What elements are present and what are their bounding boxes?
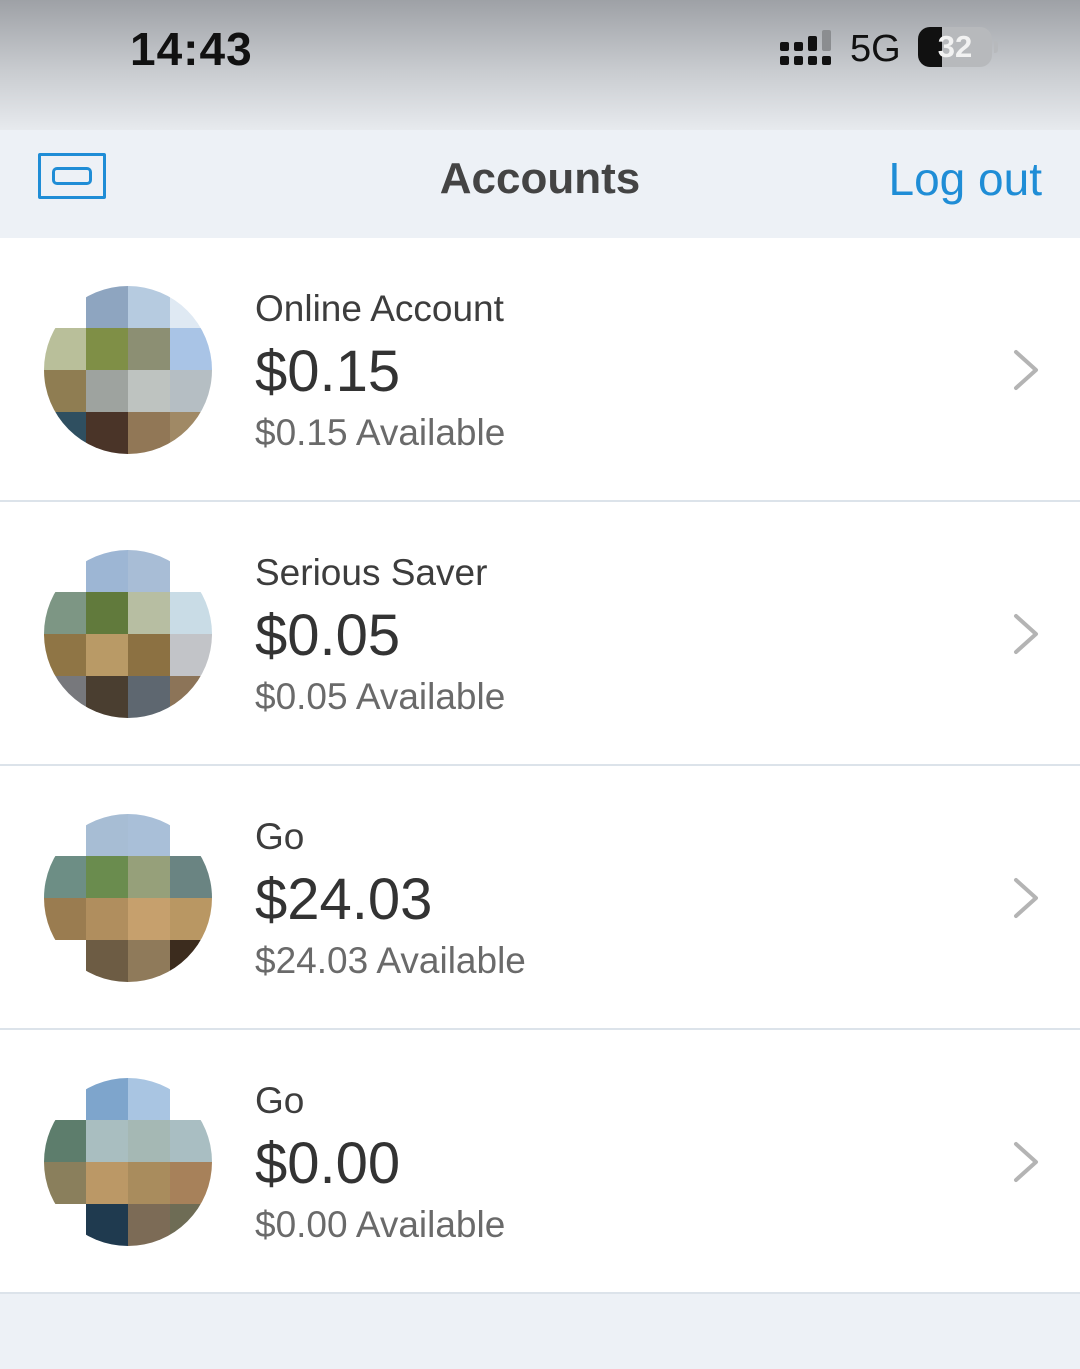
battery-percent: 32 [937, 29, 973, 64]
avatar-pixel [128, 814, 170, 856]
avatar-pixel [128, 328, 170, 370]
avatar-pixel [128, 676, 170, 718]
avatar-pixel [170, 634, 212, 676]
avatar-pixel [170, 1162, 212, 1204]
avatar-pixel [86, 550, 128, 592]
avatar-pixel [128, 1120, 170, 1162]
avatar-pixel [86, 1204, 128, 1246]
account-row[interactable]: Go $0.00 $0.00 Available [0, 1030, 1080, 1294]
avatar-pixel [44, 1120, 86, 1162]
avatar-pixel [44, 856, 86, 898]
status-time: 14:43 [130, 23, 253, 75]
avatar-pixel [128, 1078, 170, 1120]
chevron-right-icon [1014, 878, 1038, 918]
avatar-pixel [128, 370, 170, 412]
avatar-pixel [86, 370, 128, 412]
avatar-pixel [170, 286, 212, 328]
battery-nub [994, 41, 998, 53]
avatar-pixel [170, 940, 212, 982]
avatar-pixel [44, 940, 86, 982]
account-row[interactable]: Online Account $0.15 $0.15 Available [0, 238, 1080, 502]
avatar-pixel [44, 676, 86, 718]
avatar-pixel [86, 856, 128, 898]
chevron-right-icon [1014, 614, 1038, 654]
avatar-pixel [170, 1078, 212, 1120]
avatar-pixel [170, 814, 212, 856]
avatar-pixel [128, 592, 170, 634]
network-type: 5G [850, 28, 901, 70]
avatar-pixel [170, 676, 212, 718]
avatar-pixel [86, 286, 128, 328]
avatar-pixel [128, 286, 170, 328]
avatar-pixel [128, 634, 170, 676]
avatar-pixel [128, 1162, 170, 1204]
signal-icon [780, 30, 831, 65]
account-list: Online Account $0.15 $0.15 Available Ser… [0, 238, 1080, 1294]
account-avatar [44, 286, 212, 454]
avatar-pixel [44, 1078, 86, 1120]
avatar-pixel [86, 940, 128, 982]
avatar-pixel [128, 412, 170, 454]
account-available: $0.00 Available [255, 1204, 506, 1245]
chevron-right-icon [1014, 1142, 1038, 1182]
avatar-pixel [128, 898, 170, 940]
avatar-pixel [170, 856, 212, 898]
avatar-pixel [86, 814, 128, 856]
avatar-pixel [44, 286, 86, 328]
avatar-pixel [44, 412, 86, 454]
account-name: Serious Saver [255, 552, 488, 593]
avatar-pixel [170, 412, 212, 454]
avatar-pixel [170, 550, 212, 592]
avatar-pixel [44, 814, 86, 856]
avatar-pixel [86, 1120, 128, 1162]
account-balance: $0.05 [255, 603, 401, 668]
avatar-pixel [170, 592, 212, 634]
battery-icon: 32 [918, 27, 992, 67]
avatar-pixel [44, 592, 86, 634]
avatar-pixel [44, 1162, 86, 1204]
account-row[interactable]: Go $24.03 $24.03 Available [0, 766, 1080, 1030]
account-available: $24.03 Available [255, 940, 526, 981]
avatar-pixel [44, 550, 86, 592]
avatar-pixel [86, 592, 128, 634]
account-row[interactable]: Serious Saver $0.05 $0.05 Available [0, 502, 1080, 766]
avatar-pixel [128, 1204, 170, 1246]
avatar-pixel [86, 328, 128, 370]
avatar-pixel [128, 940, 170, 982]
avatar-pixel [44, 1204, 86, 1246]
avatar-pixel [44, 634, 86, 676]
avatar-pixel [86, 1162, 128, 1204]
account-avatar [44, 550, 212, 718]
account-name: Go [255, 1080, 305, 1121]
status-bar: 14:43 5G 32 [0, 0, 1080, 130]
avatar-pixel [128, 550, 170, 592]
account-name: Go [255, 816, 305, 857]
avatar-pixel [128, 856, 170, 898]
account-balance: $0.15 [255, 339, 401, 404]
avatar-pixel [170, 1204, 212, 1246]
avatar-pixel [170, 328, 212, 370]
nav-bar: Accounts Log out [0, 130, 1080, 238]
avatar-pixel [44, 370, 86, 412]
avatar-pixel [86, 634, 128, 676]
account-balance: $0.00 [255, 1131, 401, 1196]
avatar-pixel [86, 412, 128, 454]
avatar-pixel [170, 898, 212, 940]
avatar-pixel [44, 898, 86, 940]
account-available: $0.05 Available [255, 676, 506, 717]
avatar-pixel [86, 898, 128, 940]
chevron-right-icon [1014, 350, 1038, 390]
account-name: Online Account [255, 288, 504, 329]
avatar-pixel [170, 1120, 212, 1162]
account-available: $0.15 Available [255, 412, 506, 453]
account-avatar [44, 1078, 212, 1246]
account-balance: $24.03 [255, 867, 433, 932]
account-avatar [44, 814, 212, 982]
avatar-pixel [170, 370, 212, 412]
avatar-pixel [86, 676, 128, 718]
logout-button[interactable]: Log out [889, 152, 1042, 206]
avatar-pixel [44, 328, 86, 370]
avatar-pixel [86, 1078, 128, 1120]
